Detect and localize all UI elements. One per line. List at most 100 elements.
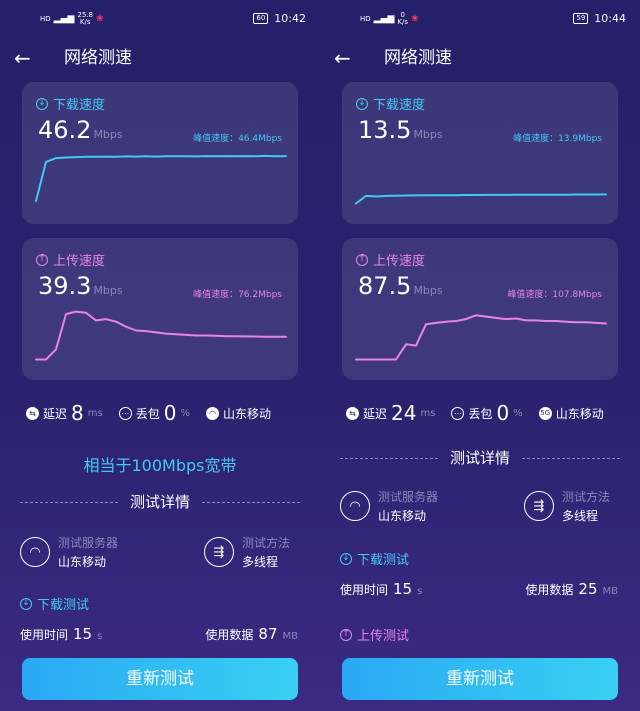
details-title: 测试详情 <box>320 448 640 468</box>
upload-test-section: ↑ 上传测试 <box>340 625 409 644</box>
battery-icon: 59 <box>573 13 589 24</box>
upload-chart <box>35 310 287 361</box>
download-arrow-icon: ↓ <box>340 552 352 565</box>
download-label: 下载速度 <box>373 98 426 113</box>
upload-card: ↑ 上传速度 87.5 Mbps 峰值速度：107.8Mbps <box>342 238 618 380</box>
divider-right <box>522 458 620 459</box>
upload-speed-unit: Mbps <box>413 284 443 297</box>
5g-icon: 5G <box>538 406 552 420</box>
retest-button[interactable]: 重新测试 <box>342 658 618 700</box>
download-test-section: ↓ 下载测试 <box>340 549 409 568</box>
time-label: 使用时间 <box>340 583 389 597</box>
metrics-row: ⇆ 延迟 8 ms ⋯ 丢包 0 % ◠ 山东移动 <box>26 400 320 426</box>
retest-button[interactable]: 重新测试 <box>22 658 298 700</box>
loss-value: 0 <box>163 401 177 425</box>
clock: 10:42 <box>274 12 306 25</box>
back-arrow-icon[interactable]: ← <box>14 44 31 72</box>
latency-unit: ms <box>420 407 436 419</box>
method-label: 测试方法 <box>562 490 611 504</box>
upload-speed-value: 39.3 <box>38 272 92 300</box>
download-chart <box>35 154 287 202</box>
download-speed-unit: Mbps <box>93 128 123 141</box>
upload-arrow-icon: ↑ <box>36 253 48 266</box>
download-speed-unit: Mbps <box>413 128 443 141</box>
download-arrow-icon: ↓ <box>356 97 368 110</box>
carrier-name: 山东移动 <box>555 406 604 421</box>
back-arrow-icon[interactable]: ← <box>334 44 351 72</box>
upload-label: 上传速度 <box>53 254 106 269</box>
data-value: 25 <box>578 580 598 598</box>
data-label: 使用数据 <box>525 583 574 597</box>
header: ← 网络测速 <box>0 44 320 72</box>
server-value: 山东移动 <box>58 555 107 569</box>
download-test-section: ↓ 下载测试 <box>20 594 89 613</box>
details-info-row: ◠ 测试服务器 山东移动 ⇶ 测试方法 多线程 <box>320 488 640 528</box>
network-speed: 25.8 K/s <box>77 11 94 26</box>
details-info-row: ◠ 测试服务器 山东移动 ⇶ 测试方法 多线程 <box>0 534 320 574</box>
latency-icon: ⇆ <box>346 406 359 420</box>
data-unit: MB <box>282 631 299 642</box>
upload-arrow-icon: ↑ <box>356 253 368 266</box>
huawei-icon: ❀ <box>96 14 104 24</box>
latency-icon: ⇆ <box>26 406 39 420</box>
time-label: 使用时间 <box>20 628 69 642</box>
wifi-icon: ◠ <box>205 406 219 420</box>
loss-unit: % <box>513 407 523 419</box>
page-title: 网络测速 <box>384 48 452 68</box>
upload-peak: 峰值速度：107.8Mbps <box>507 290 602 300</box>
upload-speed-value: 87.5 <box>358 272 412 300</box>
packet-loss-icon: ⋯ <box>118 406 132 420</box>
download-chart-line <box>35 154 287 202</box>
upload-chart-line <box>355 314 607 361</box>
time-value: 15 <box>393 580 413 598</box>
hd-badge: HD <box>40 15 51 23</box>
hd-badge: HD <box>360 15 371 23</box>
status-bar: HD ▂▄▆ 0 K/s ❀ 59 10:44 <box>320 10 640 28</box>
download-arrow-icon: ↓ <box>20 597 32 610</box>
download-peak: 峰值速度：46.4Mbps <box>193 134 282 144</box>
huawei-icon: ❀ <box>411 14 419 24</box>
carrier-name: 山东移动 <box>222 406 271 421</box>
download-test-details: 使用时间 15 s 使用数据 25 MB <box>320 580 640 600</box>
equivalent-bandwidth: 相当于100Mbps宽带 <box>83 456 237 475</box>
data-unit: MB <box>602 586 619 597</box>
metrics-row: ⇆ 延迟 24 ms ⋯ 丢包 0 % 5G 山东移动 <box>346 400 640 426</box>
upload-chart-line <box>35 310 287 361</box>
divider-right <box>202 502 300 503</box>
latency-label: 延迟 <box>43 406 68 421</box>
wifi-icon: ◠ <box>20 537 50 567</box>
network-speed: 0 K/s <box>397 11 409 26</box>
download-test-details: 使用时间 15 s 使用数据 87 MB <box>0 625 320 645</box>
server-value: 山东移动 <box>378 509 427 523</box>
download-chart <box>355 193 607 205</box>
loss-label: 丢包 <box>468 406 493 421</box>
loss-label: 丢包 <box>135 406 160 421</box>
status-bar: HD ▂▄▆ 25.8 K/s ❀ 60 10:42 <box>0 10 320 28</box>
latency-value: 24 <box>391 401 417 425</box>
packet-loss-icon: ⋯ <box>451 406 465 420</box>
latency-value: 8 <box>71 401 84 425</box>
method-label: 测试方法 <box>242 536 291 550</box>
download-arrow-icon: ↓ <box>36 97 48 110</box>
time-value: 15 <box>73 625 93 643</box>
page-title: 网络测速 <box>64 48 132 68</box>
upload-arrow-icon: ↑ <box>340 628 352 641</box>
multithread-icon: ⇶ <box>204 537 234 567</box>
download-peak: 峰值速度：13.9Mbps <box>513 134 602 144</box>
signal-icon: ▂▄▆ <box>373 14 395 24</box>
latency-label: 延迟 <box>363 406 388 421</box>
upload-chart <box>355 314 607 361</box>
loss-value: 0 <box>496 401 510 425</box>
left-screen: HD ▂▄▆ 25.8 K/s ❀ 60 10:42 ← 网络测速 ↓ 下载速度 … <box>0 0 320 711</box>
loss-unit: % <box>180 407 190 419</box>
download-speed-value: 46.2 <box>38 116 92 144</box>
download-chart-line <box>355 193 607 205</box>
download-card: ↓ 下载速度 13.5 Mbps 峰值速度：13.9Mbps <box>342 82 618 224</box>
right-screen: HD ▂▄▆ 0 K/s ❀ 59 10:44 ← 网络测速 ↓ 下载速度 13.… <box>320 0 640 711</box>
upload-card: ↑ 上传速度 39.3 Mbps 峰值速度：76.2Mbps <box>22 238 298 380</box>
clock: 10:44 <box>594 12 626 25</box>
latency-unit: ms <box>87 407 103 419</box>
server-label: 测试服务器 <box>58 536 119 550</box>
time-unit: s <box>417 586 423 597</box>
download-label: 下载速度 <box>53 98 106 113</box>
